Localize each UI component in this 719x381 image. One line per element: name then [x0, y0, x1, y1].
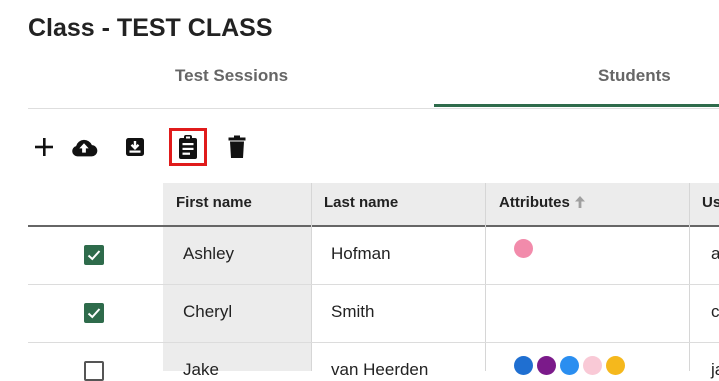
upload-button[interactable] [70, 133, 98, 161]
tab-test-sessions[interactable]: Test Sessions [175, 66, 288, 86]
username: c [711, 302, 719, 321]
attribute-dot [537, 356, 556, 375]
row-checkbox[interactable] [84, 303, 104, 323]
username: ja [711, 360, 719, 379]
column-header-username: Us [702, 194, 719, 211]
column-header-first-name: First name [176, 194, 252, 211]
add-icon [35, 138, 53, 156]
first-name: Ashley [183, 244, 235, 263]
last-name: van Heerden [331, 360, 429, 379]
attribute-dot [583, 356, 602, 375]
clipboard-report-icon [179, 135, 197, 159]
attribute-dot [560, 356, 579, 375]
tab-students[interactable]: Students [598, 66, 671, 86]
last-name: Smith [331, 302, 375, 321]
delete-icon [228, 135, 246, 158]
row-divider [28, 284, 719, 285]
attribute-dot [514, 356, 533, 375]
last-name: Hofman [331, 244, 391, 263]
first-name: Jake [183, 360, 219, 379]
header-divider [28, 225, 719, 227]
attribute-dot [606, 356, 625, 375]
row-divider [28, 342, 719, 343]
attribute-dot [514, 239, 533, 258]
import-button[interactable] [121, 133, 149, 161]
first-name: Cheryl [183, 302, 233, 321]
checkmark-icon [87, 250, 101, 261]
cloud-upload-icon [72, 139, 98, 157]
row-checkbox[interactable] [84, 245, 104, 265]
column-header-attributes: Attributes [499, 194, 570, 211]
tab-divider [28, 108, 719, 109]
add-button[interactable] [30, 133, 58, 161]
column-header-last-name: Last name [324, 194, 399, 211]
username: a [711, 244, 719, 263]
page-title: Class - TEST CLASS [28, 14, 273, 42]
delete-button[interactable] [223, 133, 251, 161]
checkmark-icon [87, 308, 101, 319]
sort-ascending-icon [575, 196, 585, 208]
row-checkbox[interactable] [84, 361, 104, 381]
active-tab-indicator [434, 104, 719, 107]
import-icon [126, 138, 144, 156]
report-button[interactable] [169, 128, 207, 166]
